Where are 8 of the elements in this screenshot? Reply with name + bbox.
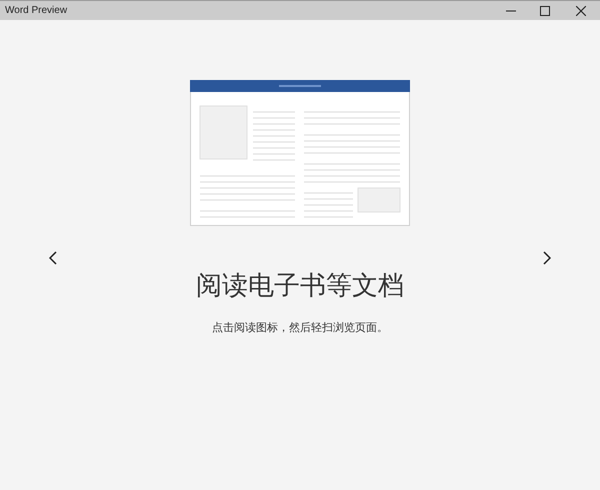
chevron-right-icon — [543, 251, 551, 265]
minimize-icon — [506, 10, 516, 12]
maximize-icon — [540, 6, 550, 16]
slide-heading: 阅读电子书等文档 — [196, 269, 404, 301]
chevron-left-icon — [49, 251, 57, 265]
window-title: Word Preview — [4, 4, 68, 18]
slide-description: 点击阅读图标，然后轻扫浏览页面。 — [212, 320, 388, 336]
close-icon — [576, 6, 586, 16]
